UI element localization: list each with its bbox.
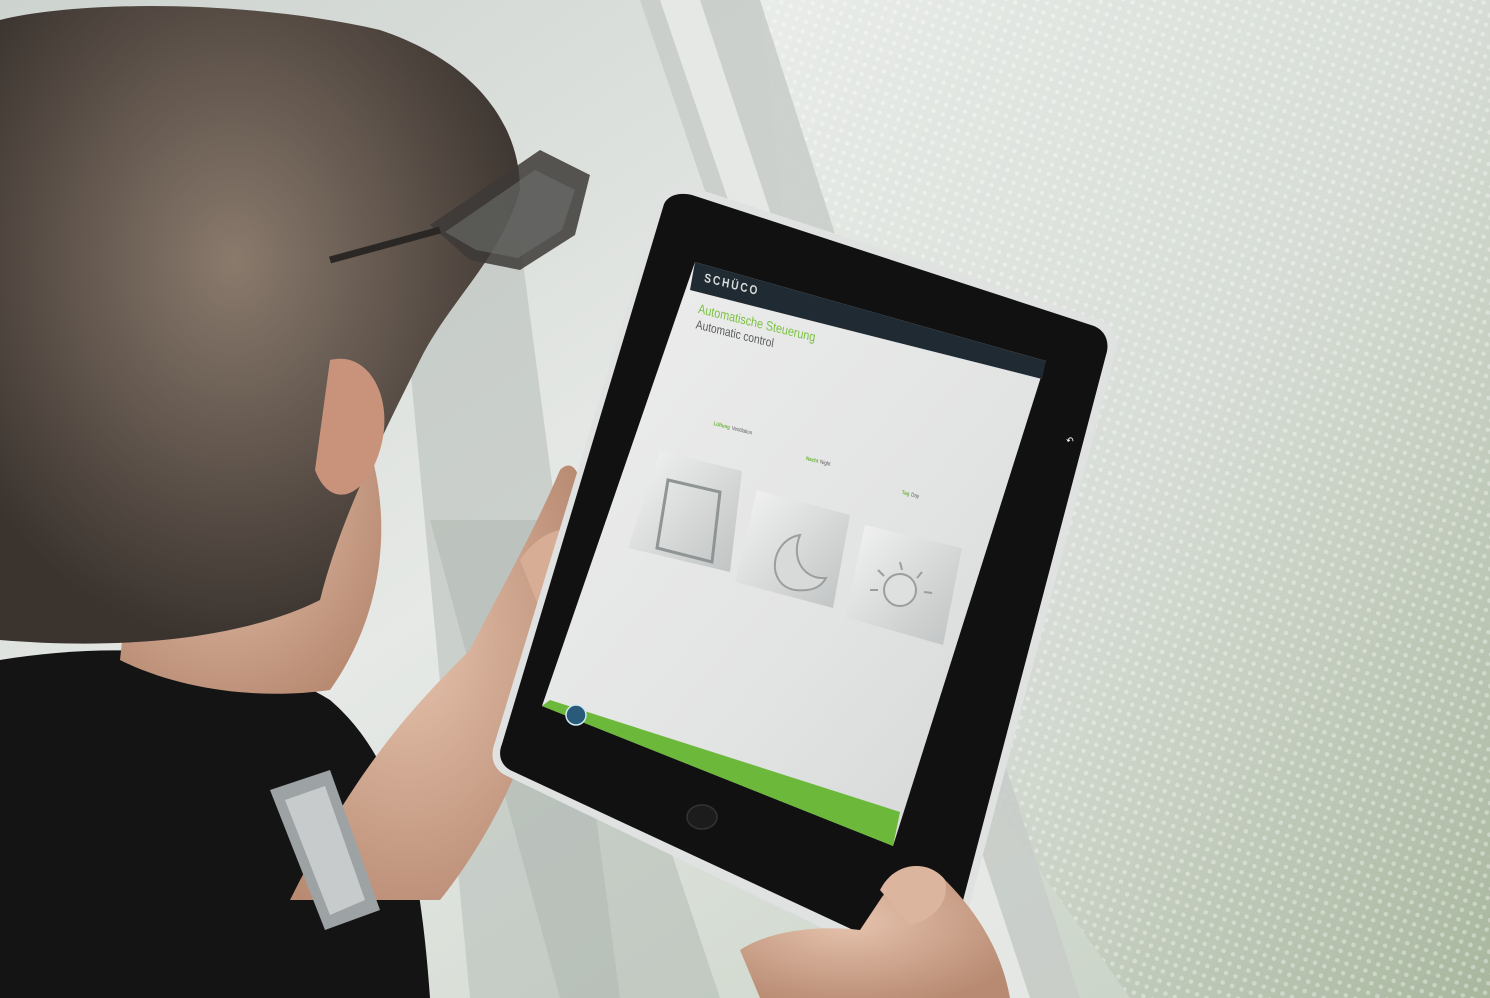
tile-label-en: Night bbox=[819, 459, 831, 468]
tile-label-en: Ventilation bbox=[731, 425, 753, 437]
tile-day-label[interactable]: TagDay bbox=[885, 486, 980, 597]
tile-label-de: Nacht bbox=[805, 455, 819, 465]
tile-label-en: Day bbox=[910, 492, 920, 500]
globe-icon bbox=[565, 704, 587, 726]
tile-label-de: Tag bbox=[901, 490, 910, 498]
tile-ventilation-label[interactable]: LüftungVentilation bbox=[697, 417, 792, 528]
back-arrow-icon[interactable]: ↶ bbox=[1063, 433, 1076, 450]
home-button[interactable] bbox=[686, 804, 718, 830]
brand-logo: SCHÜCO bbox=[703, 271, 761, 299]
tile-label-de: Lüftung bbox=[713, 421, 731, 431]
tile-night-label[interactable]: NachtNight bbox=[789, 452, 884, 563]
